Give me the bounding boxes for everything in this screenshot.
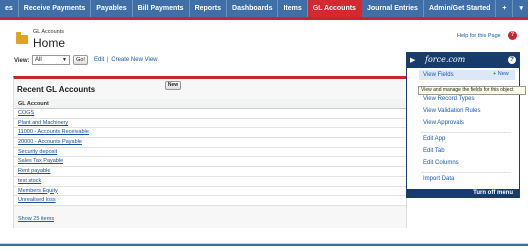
menu-divider bbox=[421, 172, 511, 173]
turn-off-menu-link[interactable]: Turn off menu bbox=[407, 189, 519, 198]
tab-all-tabs-plus[interactable]: + bbox=[496, 0, 514, 17]
menu-divider bbox=[421, 132, 511, 133]
table-row[interactable]: test stock bbox=[14, 177, 406, 187]
tab-gl-accounts[interactable]: GL Accounts bbox=[307, 0, 362, 17]
tab-receive-payments[interactable]: Receive Payments bbox=[19, 0, 92, 17]
table-row[interactable]: Members Equity bbox=[14, 187, 406, 197]
main-tab-bar: es Receive Payments Payables Bill Paymen… bbox=[0, 0, 528, 20]
menu-item-view-validation-rules[interactable]: View Validation Rules bbox=[423, 108, 480, 114]
recent-gl-accounts-panel: Recent GL Accounts New GL Account COGS P… bbox=[13, 76, 407, 228]
view-links: Edit | Create New View bbox=[94, 57, 158, 63]
menu-item-view-record-types[interactable]: View Record Types bbox=[423, 96, 474, 102]
menu-help-icon[interactable]: ? bbox=[508, 56, 516, 64]
collapse-arrow-icon[interactable]: ▶ bbox=[410, 56, 415, 64]
force-com-logo: force.com bbox=[425, 55, 466, 64]
table-row[interactable]: Security deposit bbox=[14, 148, 406, 158]
tab-dashboards[interactable]: Dashboards bbox=[227, 0, 279, 17]
edit-view-link[interactable]: Edit bbox=[94, 57, 104, 63]
force-menu-header: ▶ force.com ? bbox=[407, 53, 519, 68]
new-button[interactable]: New bbox=[165, 81, 181, 90]
tab-dropdown-icon[interactable]: ▾ bbox=[513, 0, 528, 17]
tab-sales-partial[interactable]: es bbox=[0, 0, 19, 17]
tab-payables[interactable]: Payables bbox=[91, 0, 133, 17]
tab-journal-entries[interactable]: Journal Entries bbox=[362, 0, 424, 17]
tab-bill-payments[interactable]: Bill Payments bbox=[133, 0, 190, 17]
table-row[interactable]: Plant and Machinery bbox=[14, 119, 406, 129]
menu-item-view-approvals[interactable]: View Approvals bbox=[423, 120, 464, 126]
menu-item-edit-tab[interactable]: Edit Tab bbox=[423, 148, 445, 154]
link-separator: | bbox=[107, 57, 109, 63]
gl-accounts-table: GL Account COGS Plant and Machinery 1100… bbox=[14, 99, 406, 206]
tab-reports[interactable]: Reports bbox=[190, 0, 228, 17]
chevron-down-icon: ▼ bbox=[62, 57, 67, 63]
show-more-link[interactable]: Show 25 items bbox=[18, 216, 54, 222]
tab-admin-get-started[interactable]: Admin/Get Started bbox=[424, 0, 497, 17]
menu-item-edit-app[interactable]: Edit App bbox=[423, 136, 445, 142]
table-row[interactable]: Sales Tax Payable bbox=[14, 157, 406, 168]
gl-accounts-folder-icon bbox=[14, 30, 30, 46]
table-row[interactable]: 20000 - Accounts Payable bbox=[14, 138, 406, 148]
column-header-gl-account[interactable]: GL Account bbox=[14, 99, 406, 109]
table-row[interactable]: COGS bbox=[14, 109, 406, 119]
table-row[interactable]: 11000 - Accounts Receivable bbox=[14, 128, 406, 139]
help-icon[interactable]: ? bbox=[508, 31, 517, 40]
create-new-view-link[interactable]: Create New View bbox=[111, 57, 157, 63]
force-com-menu: ▶ force.com ? View Fields + New View Rec… bbox=[406, 52, 520, 198]
table-row[interactable]: Rent payable bbox=[14, 167, 406, 177]
help-for-page-link[interactable]: Help for this Page bbox=[457, 33, 501, 39]
menu-item-edit-columns[interactable]: Edit Columns bbox=[423, 160, 459, 166]
menu-item-import-data[interactable]: Import Data bbox=[423, 176, 454, 182]
page-title: Home bbox=[33, 36, 66, 50]
view-select[interactable]: All ▼ bbox=[32, 55, 70, 65]
view-label: View: bbox=[14, 58, 30, 64]
view-select-value: All bbox=[35, 57, 42, 63]
view-fields-tooltip: View and manage the fields for this obje… bbox=[418, 86, 526, 95]
breadcrumb: GL Accounts bbox=[33, 29, 64, 35]
panel-title: Recent GL Accounts bbox=[17, 85, 96, 94]
new-field-link[interactable]: + New bbox=[493, 71, 509, 77]
page-footer-strip bbox=[0, 243, 528, 251]
new-field-label: New bbox=[497, 71, 509, 77]
plus-icon: + bbox=[493, 71, 497, 77]
tab-items[interactable]: Items bbox=[278, 0, 308, 17]
go-button[interactable]: Go! bbox=[73, 55, 88, 65]
table-row[interactable]: Unrealised loss bbox=[14, 196, 406, 206]
